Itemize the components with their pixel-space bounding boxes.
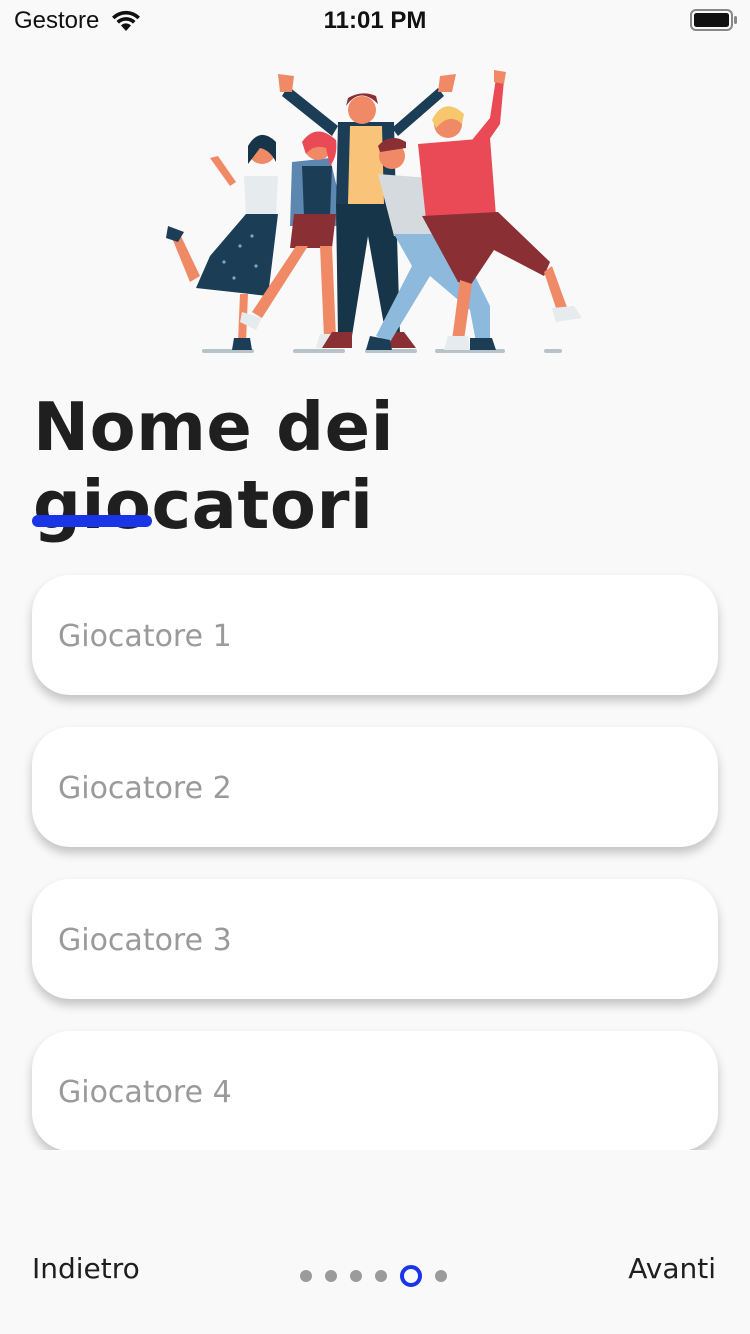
person-dotted-skirt bbox=[166, 134, 278, 350]
page-indicator bbox=[300, 1264, 460, 1288]
next-button[interactable]: Avanti bbox=[628, 1252, 716, 1285]
page-dot bbox=[325, 1270, 337, 1282]
page-dot bbox=[350, 1270, 362, 1282]
player-1-input[interactable] bbox=[56, 575, 680, 697]
page-dot bbox=[375, 1270, 387, 1282]
player-2-input[interactable] bbox=[56, 727, 680, 849]
page-dot bbox=[300, 1270, 312, 1282]
player-3-input[interactable] bbox=[56, 879, 680, 1001]
title-underline bbox=[32, 515, 152, 527]
page-dot-active bbox=[400, 1265, 422, 1287]
player-field-4[interactable] bbox=[32, 1031, 718, 1150]
player-inputs-list[interactable] bbox=[0, 560, 750, 1150]
player-4-input[interactable] bbox=[56, 1031, 680, 1150]
back-button[interactable]: Indietro bbox=[32, 1252, 140, 1285]
group-illustration bbox=[166, 70, 582, 353]
status-time: 11:01 PM bbox=[323, 7, 427, 34]
bottom-navigation: Indietro Avanti bbox=[0, 1240, 750, 1310]
player-field-1[interactable] bbox=[32, 575, 718, 697]
battery-icon bbox=[690, 9, 737, 31]
page-dot bbox=[435, 1270, 447, 1282]
status-bar: Gestore 11:01 PM bbox=[0, 0, 750, 40]
person-red-hoodie bbox=[418, 70, 582, 350]
player-field-2[interactable] bbox=[32, 727, 718, 849]
player-field-3[interactable] bbox=[32, 879, 718, 1001]
